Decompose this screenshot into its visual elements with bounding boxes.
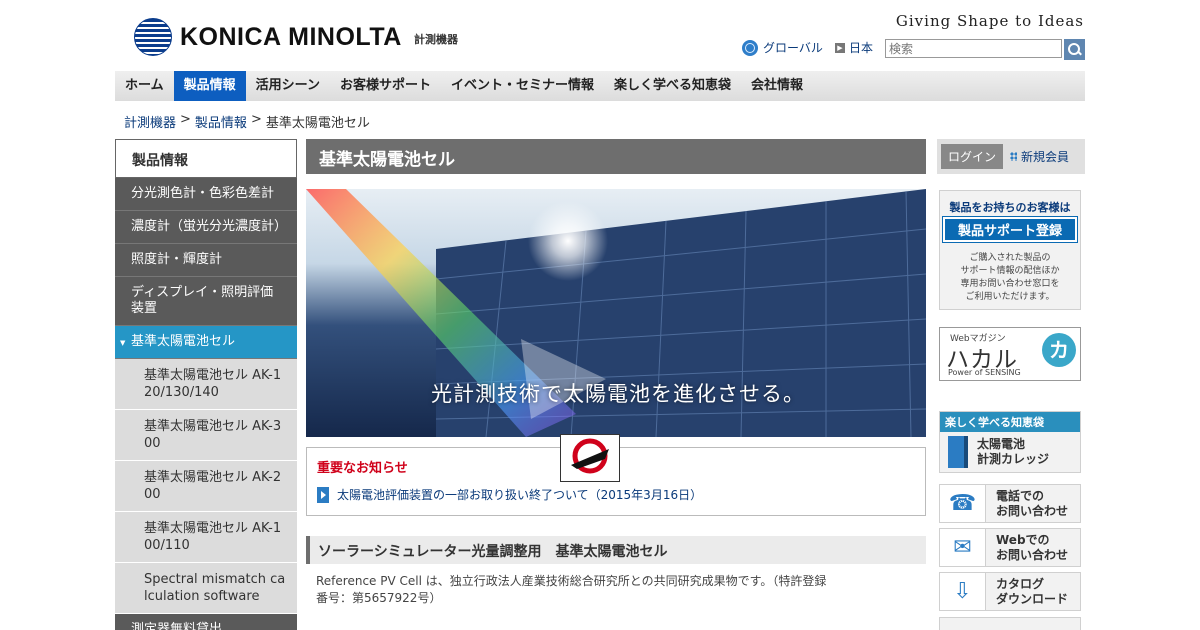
registration-heading: 製品をお持ちのお客様は [949, 201, 1071, 214]
breadcrumb-item[interactable]: 計測機器 [124, 112, 176, 131]
search-box [885, 39, 1085, 60]
logo-globe-icon [134, 18, 172, 56]
new-member-link[interactable]: 新規会員 [1010, 148, 1069, 165]
book-icon [948, 436, 968, 468]
notice-link[interactable]: 太陽電池評価装置の一部お取り扱い終了ついて（2015年3月16日） [317, 486, 915, 503]
hero-image: 光計測技術で太陽電池を進化させる。 [306, 189, 926, 437]
dots-icon [1010, 152, 1018, 161]
nav-events[interactable]: イベント・セミナー情報 [441, 71, 604, 101]
globe-icon [742, 39, 758, 56]
phone-contact-button[interactable]: ☎ 電話での お問い合わせ [939, 484, 1081, 523]
registration-note: ご購入された製品の サポート情報の配信ほか 専用お問い合わせ窓口を ご利用いただ… [960, 253, 1060, 302]
global-link-label: グローバル [763, 41, 823, 55]
division-label: 計測機器 [414, 33, 458, 46]
search-button[interactable] [1064, 39, 1085, 60]
nav-support[interactable]: お客様サポート [330, 71, 441, 101]
sidebar-item[interactable]: ディスプレイ・照明評価装置 [115, 277, 297, 326]
college-heading: 楽しく学べる知恵袋 [940, 412, 1080, 432]
login-bar: ログイン 新規会員 [937, 139, 1085, 174]
magazine-subtitle: Power of SENSING [948, 368, 1021, 377]
logo-text: KONICA MINOLTA [180, 22, 402, 51]
new-member-label: 新規会員 [1021, 150, 1070, 164]
breadcrumb: 計測機器 > 製品情報 > 基準太陽電池セル [124, 112, 370, 131]
global-nav: ホーム 製品情報 活用シーン お客様サポート イベント・セミナー情報 楽しく学べ… [115, 71, 1085, 101]
hero-caption: 光計測技術で太陽電池を進化させる。 [431, 382, 805, 406]
aist-logo [560, 434, 620, 482]
catalog-download-label: カタログ ダウンロード [996, 576, 1069, 606]
mail-icon: ✉ [940, 529, 986, 566]
nav-applications[interactable]: 活用シーン [246, 71, 330, 101]
japan-link-label: 日本 [849, 41, 874, 55]
sidebar-title: 製品情報 [115, 139, 297, 178]
support-registration-banner[interactable]: 製品をお持ちのお客様は 製品サポート登録 ご購入された製品の サポート情報の配信… [939, 190, 1081, 310]
sidebar-subitem[interactable]: 基準太陽電池セル AK-300 [115, 410, 297, 461]
page-title: 基準太陽電池セル [306, 139, 926, 174]
college-title: 太陽電池 計測カレッジ [977, 437, 1050, 466]
login-button[interactable]: ログイン [941, 144, 1004, 169]
sidebar-subitem[interactable]: 基準太陽電池セル AK-200 [115, 461, 297, 512]
rail-more-banner[interactable] [939, 617, 1081, 630]
arrow-right-icon: ▶ [835, 42, 845, 53]
product-description: Reference PV Cell は、独立行政法人産業技術総合研究所との共同研… [316, 574, 827, 605]
registration-button[interactable]: 製品サポート登録 [942, 216, 1078, 243]
tagline: Giving Shape to Ideas [895, 12, 1084, 30]
notice-link-label: 太陽電池評価装置の一部お取り扱い終了ついて（2015年3月16日） [337, 488, 703, 502]
sidebar-item[interactable]: 照度計・輝度計 [115, 244, 297, 277]
global-link[interactable]: グローバル [742, 39, 823, 56]
download-book-icon: ⇩ [940, 573, 986, 610]
hakaruka-magazine-banner[interactable]: Webマガジン ハカル カ Power of SENSING [939, 327, 1081, 381]
breadcrumb-separator: > [180, 112, 191, 127]
nav-company[interactable]: 会社情報 [741, 71, 813, 101]
breadcrumb-item[interactable]: 製品情報 [195, 112, 247, 131]
nav-products[interactable]: 製品情報 [173, 71, 246, 101]
main-content: 基準太陽電池セル 光計測技術で太陽電池を進化させる。 重要なお知らせ 太陽電池評… [306, 139, 926, 607]
section-title: ソーラーシミュレーター光量調整用 基準太陽電池セル [306, 536, 926, 564]
nav-home[interactable]: ホーム [115, 71, 174, 101]
sidebar: 製品情報 分光測色計・色彩色差計 濃度計（蛍光分光濃度計） 照度計・輝度計 ディ… [115, 139, 297, 630]
phone-contact-label: 電話での お問い合わせ [996, 488, 1069, 518]
nav-learning[interactable]: 楽しく学べる知恵袋 [604, 71, 741, 101]
sidebar-subitem[interactable]: Spectral mismatch calculation software [115, 563, 297, 614]
breadcrumb-separator: > [250, 112, 262, 127]
sidebar-item[interactable]: 分光測色計・色彩色差計 [115, 178, 297, 211]
sidebar-item[interactable]: 測定器無料貸出 [115, 614, 297, 630]
sidebar-subitem[interactable]: 基準太陽電池セル AK-120/130/140 [115, 359, 297, 410]
solar-college-banner[interactable]: 楽しく学べる知恵袋 太陽電池 計測カレッジ [939, 411, 1081, 473]
phone-icon: ☎ [940, 485, 986, 522]
catalog-download-button[interactable]: ⇩ カタログ ダウンロード [939, 572, 1081, 611]
web-contact-button[interactable]: ✉ Webでの お問い合わせ [939, 528, 1081, 567]
page: KONICA MINOLTA 計測機器 Giving Shape to Idea… [0, 0, 1200, 630]
right-rail: ログイン 新規会員 製品をお持ちのお客様は 製品サポート登録 ご購入された製品の… [937, 139, 1085, 630]
konica-minolta-logo[interactable]: KONICA MINOLTA [134, 18, 402, 56]
arrow-right-icon [317, 486, 329, 503]
sidebar-item[interactable]: 濃度計（蛍光分光濃度計） [115, 211, 297, 244]
sidebar-item-active[interactable]: 基準太陽電池セル [115, 326, 297, 359]
sidebar-subitem[interactable]: 基準太陽電池セル AK-100/110 [115, 512, 297, 563]
web-contact-label: Webでの お問い合わせ [996, 532, 1069, 562]
aist-logo-mark [571, 438, 609, 474]
search-input[interactable] [885, 39, 1062, 58]
magazine-accent: カ [1042, 333, 1076, 367]
breadcrumb-current: 基準太陽電池セル [265, 116, 370, 131]
japan-link[interactable]: ▶ 日本 [835, 39, 873, 56]
